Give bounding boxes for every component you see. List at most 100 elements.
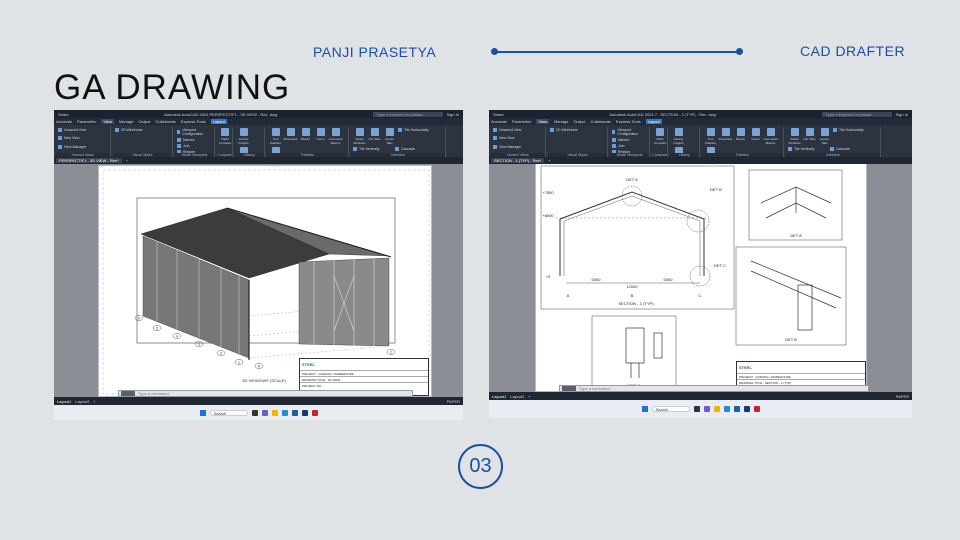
- ribbon-tab-parametric[interactable]: Parametric: [512, 119, 531, 124]
- ribbon-button[interactable]: Properties: [284, 128, 297, 141]
- ribbon-tab-manage[interactable]: Manage: [119, 119, 133, 124]
- taskbar-search[interactable]: Search: [209, 409, 248, 416]
- ribbon-button[interactable]: Viewport Configuration: [612, 128, 647, 136]
- taskbar-search[interactable]: Search: [651, 406, 690, 412]
- ribbon-button[interactable]: Activity Insights: [237, 128, 250, 145]
- ribbon-button-label: Named: [183, 138, 195, 142]
- paper-space-toggle[interactable]: PAPER: [447, 399, 460, 404]
- taskbar-app-icon[interactable]: [251, 409, 258, 416]
- new-tab-button[interactable]: +: [548, 158, 550, 163]
- ribbon-button[interactable]: Activity Insights: [672, 128, 685, 145]
- add-layout-button[interactable]: +: [93, 399, 95, 404]
- visual-style-dropdown[interactable]: 2D Wireframe: [550, 128, 605, 132]
- ribbon-tab-annotate[interactable]: Annotate: [56, 119, 72, 124]
- ribbon-button[interactable]: New View: [58, 136, 108, 141]
- ribbon-button[interactable]: Tile Horizontally: [833, 128, 873, 132]
- command-line[interactable]: Type a command: [559, 385, 869, 392]
- taskbar-app-icon[interactable]: [703, 406, 710, 412]
- ribbon-tab-express-tools[interactable]: Express Tools: [181, 119, 206, 124]
- autocad-icon[interactable]: [753, 406, 760, 412]
- folder-icon[interactable]: [271, 409, 278, 416]
- command-input[interactable]: Type a command: [579, 386, 610, 391]
- ribbon-button[interactable]: Layout Tabs: [818, 128, 831, 145]
- new-tab-button[interactable]: +: [126, 158, 128, 163]
- edge-icon[interactable]: [723, 406, 730, 412]
- edge-icon[interactable]: [281, 409, 288, 416]
- layout-tab[interactable]: Layout2: [75, 399, 89, 404]
- ribbon-tab-annotate[interactable]: Annotate: [491, 119, 507, 124]
- paper-space-toggle[interactable]: PAPER: [896, 394, 909, 399]
- ribbon-tab-parametric[interactable]: Parametric: [77, 119, 96, 124]
- ribbon-button[interactable]: Command Macros: [329, 128, 342, 145]
- ribbon-tab-output[interactable]: Output: [138, 119, 150, 124]
- ribbon-button[interactable]: File Tabs: [368, 128, 381, 141]
- ribbon-tab-express-tools[interactable]: Express Tools: [616, 119, 641, 124]
- ribbon-tab-view[interactable]: View: [101, 119, 114, 124]
- ribbon-button[interactable]: Tool Palettes: [269, 128, 282, 145]
- sign-in-button[interactable]: Sign In: [896, 112, 908, 117]
- share-button[interactable]: Share: [493, 112, 504, 117]
- ribbon-button[interactable]: Tile Horizontally: [398, 128, 438, 132]
- ribbon-button[interactable]: View Manager: [493, 144, 543, 149]
- ribbon-button[interactable]: Properties: [719, 128, 732, 141]
- windows-start-icon[interactable]: [199, 409, 206, 416]
- ribbon-tab-collaborate[interactable]: Collaborate: [155, 119, 175, 124]
- ribbon-button[interactable]: Named: [177, 138, 212, 142]
- add-layout-button[interactable]: +: [528, 394, 530, 399]
- folder-icon[interactable]: [713, 406, 720, 412]
- taskbar-app-icon[interactable]: [291, 409, 298, 416]
- taskbar-app-icon[interactable]: [261, 409, 268, 416]
- ribbon-button[interactable]: Switch Windows: [353, 128, 366, 145]
- ribbon-button[interactable]: Blocks: [734, 128, 747, 141]
- share-button[interactable]: Share: [58, 112, 69, 117]
- title-bar: Share Autodesk AutoCAD 2024 7 - SECTION -…: [489, 110, 912, 118]
- ribbon-button[interactable]: New View: [493, 136, 543, 141]
- command-line[interactable]: Type a command: [118, 390, 413, 397]
- ribbon-button[interactable]: Join: [177, 144, 212, 148]
- ribbon-button[interactable]: Tile Vertically: [353, 147, 393, 151]
- ribbon-button[interactable]: Count: [314, 128, 327, 141]
- layout-tab[interactable]: Layout1: [492, 394, 506, 399]
- ribbon-button[interactable]: Tile Vertically: [788, 147, 828, 151]
- ribbon-tab-manage[interactable]: Manage: [554, 119, 568, 124]
- ribbon-button[interactable]: Join: [612, 144, 647, 148]
- ribbon-button[interactable]: Switch Windows: [788, 128, 801, 145]
- taskbar-app-icon[interactable]: [301, 409, 308, 416]
- ribbon-tab-collaborate[interactable]: Collaborate: [590, 119, 610, 124]
- taskbar-app-icon[interactable]: [743, 406, 750, 412]
- ribbon-tab-output[interactable]: Output: [573, 119, 585, 124]
- windows-start-icon[interactable]: [641, 406, 648, 412]
- ribbon-tab-layout[interactable]: Layout: [210, 119, 227, 124]
- file-tab[interactable]: PERSPECTIF1 - 3D VIEW - Rev*: [56, 158, 122, 163]
- taskbar-app-icon[interactable]: [733, 406, 740, 412]
- ribbon-button[interactable]: Count: [749, 128, 762, 141]
- file-tab[interactable]: SECTION - 1 (TYP) - Rev*: [491, 158, 545, 163]
- ribbon-button[interactable]: File Tabs: [803, 128, 816, 141]
- command-line-close-icon[interactable]: [562, 386, 576, 391]
- layout-tab[interactable]: Layout2: [510, 394, 524, 399]
- ribbon-button[interactable]: Unsaved View: [493, 128, 543, 132]
- ribbon-button[interactable]: View Manager: [58, 144, 108, 149]
- ribbon-button[interactable]: DWG Compare: [219, 128, 231, 145]
- ribbon-tab-view[interactable]: View: [536, 119, 549, 124]
- ribbon-button[interactable]: Cascade: [830, 147, 870, 151]
- ribbon-button[interactable]: Named: [612, 138, 647, 142]
- command-input[interactable]: Type a command: [138, 391, 169, 396]
- taskbar-app-icon[interactable]: [693, 406, 700, 412]
- sign-in-button[interactable]: Sign In: [447, 112, 459, 117]
- ribbon-button[interactable]: DWG Compare: [654, 128, 666, 145]
- layout-tab[interactable]: Layout1: [57, 399, 71, 404]
- ribbon-button[interactable]: Cascade: [395, 147, 435, 151]
- search-input[interactable]: Type a keyword or phrase: [821, 111, 892, 117]
- ribbon-button[interactable]: Command Macros: [764, 128, 777, 145]
- ribbon-button[interactable]: Tool Palettes: [704, 128, 717, 145]
- command-line-close-icon[interactable]: [121, 391, 135, 396]
- autocad-icon[interactable]: [311, 409, 318, 416]
- visual-style-dropdown[interactable]: 2D Wireframe: [115, 128, 170, 132]
- search-input[interactable]: Type a keyword or phrase: [372, 111, 443, 117]
- ribbon-button[interactable]: Blocks: [299, 128, 312, 141]
- ribbon-tab-layout[interactable]: Layout: [645, 119, 662, 124]
- ribbon-button[interactable]: Viewport Configuration: [177, 128, 212, 136]
- ribbon-button[interactable]: Unsaved View: [58, 128, 108, 132]
- ribbon-button[interactable]: Layout Tabs: [383, 128, 396, 145]
